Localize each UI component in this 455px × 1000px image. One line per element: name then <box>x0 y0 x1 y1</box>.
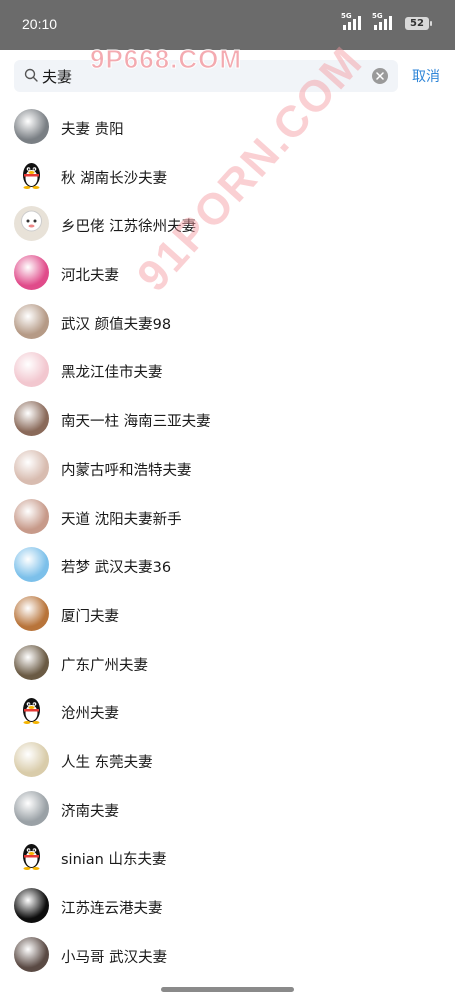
cancel-button[interactable]: 取消 <box>412 66 440 86</box>
list-item[interactable]: 内蒙古呼和浩特夫妻 <box>0 444 455 493</box>
list-item[interactable]: 人生 东莞夫妻 <box>0 736 455 785</box>
list-item[interactable]: 天道 沈阳夫妻新手 <box>0 493 455 542</box>
avatar <box>14 741 49 777</box>
contact-name: 济南夫妻 <box>61 803 119 820</box>
contact-name: 黑龙江佳市夫妻 <box>61 365 163 382</box>
list-item[interactable]: 若梦 武汉夫妻36 <box>0 541 455 590</box>
contact-name: 厦门夫妻 <box>61 608 119 625</box>
list-item[interactable]: 河北夫妻 <box>0 249 455 298</box>
contact-name: 内蒙古呼和浩特夫妻 <box>61 462 192 479</box>
avatar <box>14 936 49 972</box>
avatar <box>14 644 49 680</box>
contact-name: 天道 沈阳夫妻新手 <box>61 511 182 528</box>
contact-name: 广东广州夫妻 <box>61 657 148 674</box>
contact-name: 南天一柱 海南三亚夫妻 <box>61 414 211 431</box>
contact-name: 若梦 武汉夫妻36 <box>61 560 172 577</box>
list-item[interactable]: 乡巴佬 江苏徐州夫妻 <box>0 200 455 249</box>
list-item[interactable]: 江苏连云港夫妻 <box>0 882 455 931</box>
watermark-top: 9P668.COM <box>89 44 243 75</box>
list-item[interactable]: 广东广州夫妻 <box>0 639 455 688</box>
cellular-signal-icon: 5G <box>341 12 366 30</box>
clear-icon[interactable] <box>372 68 388 84</box>
avatar <box>14 109 49 144</box>
list-item[interactable]: 济南夫妻 <box>0 785 455 834</box>
avatar <box>14 206 49 242</box>
qq-penguin-avatar-icon <box>14 839 49 875</box>
list-item[interactable]: 黑龙江佳市夫妻 <box>0 346 455 395</box>
search-icon <box>24 68 38 82</box>
list-item[interactable]: 沧州夫妻 <box>0 687 455 736</box>
status-bar: 20:10 5G 5G 52 <box>0 0 455 50</box>
avatar <box>14 498 49 534</box>
avatar <box>14 547 49 583</box>
avatar <box>14 303 49 339</box>
status-icons: 5G 5G 52 <box>341 12 432 30</box>
avatar <box>14 352 49 388</box>
contact-name: 夫妻 贵阳 <box>61 122 124 138</box>
contact-name: 江苏连云港夫妻 <box>61 901 163 917</box>
search-results-list: 夫妻 贵阳秋 湖南长沙夫妻乡巴佬 江苏徐州夫妻 河北夫妻武汉 颜值夫妻98 黑龙江佳… <box>0 103 455 979</box>
list-item[interactable]: 南天一柱 海南三亚夫妻 <box>0 395 455 444</box>
avatar <box>14 888 49 923</box>
contact-name: 秋 湖南长沙夫妻 <box>61 170 168 187</box>
cellular-signal-icon: 5G <box>372 12 397 30</box>
avatar <box>14 255 49 291</box>
avatar <box>14 449 49 485</box>
contact-name: 人生 东莞夫妻 <box>61 754 153 771</box>
contact-name: 乡巴佬 江苏徐州夫妻 <box>61 219 197 236</box>
list-item[interactable]: 小马哥 武汉夫妻 <box>0 931 455 980</box>
list-item[interactable]: 夫妻 贵阳 <box>0 103 455 152</box>
list-item[interactable]: 秋 湖南长沙夫妻 <box>0 152 455 201</box>
status-time: 20:10 <box>22 16 58 32</box>
home-indicator[interactable] <box>161 987 294 992</box>
avatar <box>14 401 49 437</box>
contact-name: sinian 山东夫妻 <box>61 852 167 869</box>
list-item[interactable]: 武汉 颜值夫妻98 <box>0 298 455 347</box>
list-item[interactable]: sinian 山东夫妻 <box>0 833 455 882</box>
avatar <box>14 595 49 631</box>
contact-name: 沧州夫妻 <box>61 706 119 723</box>
signal-2-label: 5G <box>372 12 383 20</box>
qq-penguin-avatar-icon <box>14 693 49 729</box>
avatar <box>14 790 49 826</box>
contact-name: 小马哥 武汉夫妻 <box>61 949 168 966</box>
contact-name: 武汉 颜值夫妻98 <box>61 316 172 333</box>
qq-penguin-avatar-icon <box>14 157 49 193</box>
list-item[interactable]: 厦门夫妻 <box>0 590 455 639</box>
battery-icon: 52 <box>405 16 432 30</box>
signal-1-label: 5G <box>341 12 352 20</box>
contact-name: 河北夫妻 <box>61 268 119 285</box>
